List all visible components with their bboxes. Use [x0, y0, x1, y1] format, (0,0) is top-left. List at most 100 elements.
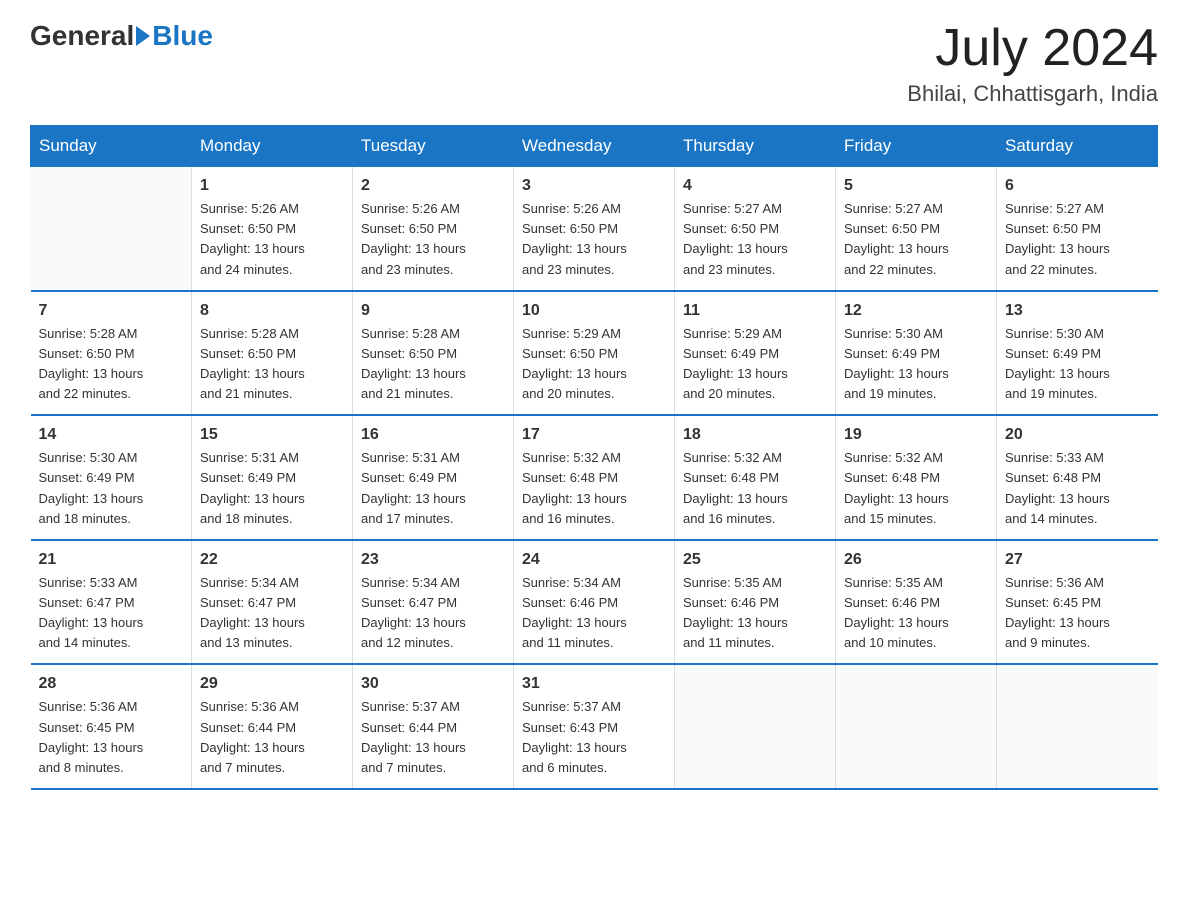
calendar-cell [997, 664, 1158, 789]
weekday-header-tuesday: Tuesday [353, 126, 514, 167]
day-number: 31 [522, 675, 666, 693]
day-number: 13 [1005, 302, 1150, 320]
day-number: 22 [200, 551, 344, 569]
calendar-cell: 11 Sunrise: 5:29 AMSunset: 6:49 PMDayligh… [675, 291, 836, 416]
day-info: Sunrise: 5:26 AMSunset: 6:50 PMDaylight:… [522, 199, 666, 280]
calendar-week-row: 7 Sunrise: 5:28 AMSunset: 6:50 PMDaylight… [31, 291, 1158, 416]
weekday-header-friday: Friday [836, 126, 997, 167]
calendar-cell: 20 Sunrise: 5:33 AMSunset: 6:48 PMDayligh… [997, 415, 1158, 540]
calendar-week-row: 28 Sunrise: 5:36 AMSunset: 6:45 PMDayligh… [31, 664, 1158, 789]
calendar-week-row: 21 Sunrise: 5:33 AMSunset: 6:47 PMDayligh… [31, 540, 1158, 665]
day-info: Sunrise: 5:30 AMSunset: 6:49 PMDaylight:… [1005, 324, 1150, 405]
day-info: Sunrise: 5:32 AMSunset: 6:48 PMDaylight:… [683, 448, 827, 529]
day-info: Sunrise: 5:35 AMSunset: 6:46 PMDaylight:… [683, 573, 827, 654]
calendar-cell: 2 Sunrise: 5:26 AMSunset: 6:50 PMDaylight… [353, 167, 514, 291]
calendar-cell: 13 Sunrise: 5:30 AMSunset: 6:49 PMDayligh… [997, 291, 1158, 416]
calendar-cell: 31Sunrise: 5:37 AMSunset: 6:43 PMDayligh… [514, 664, 675, 789]
day-number: 11 [683, 302, 827, 320]
day-info: Sunrise: 5:27 AMSunset: 6:50 PMDaylight:… [844, 199, 988, 280]
day-info: Sunrise: 5:26 AMSunset: 6:50 PMDaylight:… [361, 199, 505, 280]
calendar-cell [675, 664, 836, 789]
calendar-cell: 15Sunrise: 5:31 AMSunset: 6:49 PMDayligh… [192, 415, 353, 540]
day-info: Sunrise: 5:34 AMSunset: 6:47 PMDaylight:… [361, 573, 505, 654]
calendar-cell: 28 Sunrise: 5:36 AMSunset: 6:45 PMDayligh… [31, 664, 192, 789]
calendar-cell: 3 Sunrise: 5:26 AMSunset: 6:50 PMDaylight… [514, 167, 675, 291]
calendar-cell: 5 Sunrise: 5:27 AMSunset: 6:50 PMDaylight… [836, 167, 997, 291]
logo-general-text: General [30, 20, 134, 52]
calendar-cell: 23 Sunrise: 5:34 AMSunset: 6:47 PMDayligh… [353, 540, 514, 665]
day-number: 8 [200, 302, 344, 320]
day-info: Sunrise: 5:31 AMSunset: 6:49 PMDaylight:… [361, 448, 505, 529]
day-info: Sunrise: 5:35 AMSunset: 6:46 PMDaylight:… [844, 573, 988, 654]
calendar-cell: 22 Sunrise: 5:34 AMSunset: 6:47 PMDayligh… [192, 540, 353, 665]
day-number: 28 [39, 675, 184, 693]
calendar-cell [836, 664, 997, 789]
calendar-cell: 24 Sunrise: 5:34 AMSunset: 6:46 PMDayligh… [514, 540, 675, 665]
day-info: Sunrise: 5:28 AMSunset: 6:50 PMDaylight:… [39, 324, 184, 405]
weekday-header-sunday: Sunday [31, 126, 192, 167]
calendar-cell: 10 Sunrise: 5:29 AMSunset: 6:50 PMDayligh… [514, 291, 675, 416]
weekday-header-monday: Monday [192, 126, 353, 167]
day-number: 2 [361, 177, 505, 195]
day-number: 20 [1005, 426, 1150, 444]
day-info: Sunrise: 5:30 AMSunset: 6:49 PMDaylight:… [844, 324, 988, 405]
day-number: 3 [522, 177, 666, 195]
calendar-cell: 17Sunrise: 5:32 AMSunset: 6:48 PMDayligh… [514, 415, 675, 540]
calendar-cell: 6Sunrise: 5:27 AMSunset: 6:50 PMDaylight… [997, 167, 1158, 291]
calendar-cell: 26 Sunrise: 5:35 AMSunset: 6:46 PMDayligh… [836, 540, 997, 665]
day-info: Sunrise: 5:33 AMSunset: 6:47 PMDaylight:… [39, 573, 184, 654]
day-info: Sunrise: 5:28 AMSunset: 6:50 PMDaylight:… [361, 324, 505, 405]
day-number: 18 [683, 426, 827, 444]
day-info: Sunrise: 5:29 AMSunset: 6:49 PMDaylight:… [683, 324, 827, 405]
calendar-week-row: 1Sunrise: 5:26 AMSunset: 6:50 PMDaylight… [31, 167, 1158, 291]
weekday-header-saturday: Saturday [997, 126, 1158, 167]
calendar-cell: 9 Sunrise: 5:28 AMSunset: 6:50 PMDaylight… [353, 291, 514, 416]
day-number: 30 [361, 675, 505, 693]
day-number: 5 [844, 177, 988, 195]
month-year-title: July 2024 [907, 20, 1158, 77]
calendar-cell: 21 Sunrise: 5:33 AMSunset: 6:47 PMDayligh… [31, 540, 192, 665]
day-number: 26 [844, 551, 988, 569]
day-info: Sunrise: 5:32 AMSunset: 6:48 PMDaylight:… [844, 448, 988, 529]
logo-arrow-icon [136, 26, 150, 46]
day-info: Sunrise: 5:33 AMSunset: 6:48 PMDaylight:… [1005, 448, 1150, 529]
calendar-cell [31, 167, 192, 291]
day-number: 12 [844, 302, 988, 320]
day-info: Sunrise: 5:36 AMSunset: 6:45 PMDaylight:… [1005, 573, 1150, 654]
day-number: 6 [1005, 177, 1150, 195]
calendar-week-row: 14Sunrise: 5:30 AMSunset: 6:49 PMDayligh… [31, 415, 1158, 540]
day-number: 24 [522, 551, 666, 569]
day-number: 25 [683, 551, 827, 569]
day-info: Sunrise: 5:32 AMSunset: 6:48 PMDaylight:… [522, 448, 666, 529]
location-subtitle: Bhilai, Chhattisgarh, India [907, 81, 1158, 107]
day-info: Sunrise: 5:34 AMSunset: 6:47 PMDaylight:… [200, 573, 344, 654]
calendar-cell: 8 Sunrise: 5:28 AMSunset: 6:50 PMDaylight… [192, 291, 353, 416]
day-number: 9 [361, 302, 505, 320]
page-header: General Blue July 2024 Bhilai, Chhattisg… [30, 20, 1158, 107]
calendar-cell: 30Sunrise: 5:37 AMSunset: 6:44 PMDayligh… [353, 664, 514, 789]
day-info: Sunrise: 5:34 AMSunset: 6:46 PMDaylight:… [522, 573, 666, 654]
day-number: 23 [361, 551, 505, 569]
calendar-cell: 19Sunrise: 5:32 AMSunset: 6:48 PMDayligh… [836, 415, 997, 540]
day-number: 4 [683, 177, 827, 195]
logo: General Blue [30, 20, 213, 52]
calendar-cell: 25 Sunrise: 5:35 AMSunset: 6:46 PMDayligh… [675, 540, 836, 665]
calendar-cell: 4 Sunrise: 5:27 AMSunset: 6:50 PMDaylight… [675, 167, 836, 291]
day-info: Sunrise: 5:36 AMSunset: 6:44 PMDaylight:… [200, 697, 344, 778]
day-info: Sunrise: 5:26 AMSunset: 6:50 PMDaylight:… [200, 199, 344, 280]
calendar-cell: 16Sunrise: 5:31 AMSunset: 6:49 PMDayligh… [353, 415, 514, 540]
calendar-cell: 7 Sunrise: 5:28 AMSunset: 6:50 PMDaylight… [31, 291, 192, 416]
day-info: Sunrise: 5:36 AMSunset: 6:45 PMDaylight:… [39, 697, 184, 778]
day-number: 27 [1005, 551, 1150, 569]
day-info: Sunrise: 5:27 AMSunset: 6:50 PMDaylight:… [683, 199, 827, 280]
day-info: Sunrise: 5:31 AMSunset: 6:49 PMDaylight:… [200, 448, 344, 529]
day-number: 10 [522, 302, 666, 320]
calendar-cell: 14Sunrise: 5:30 AMSunset: 6:49 PMDayligh… [31, 415, 192, 540]
calendar-cell: 27 Sunrise: 5:36 AMSunset: 6:45 PMDayligh… [997, 540, 1158, 665]
calendar-cell: 1Sunrise: 5:26 AMSunset: 6:50 PMDaylight… [192, 167, 353, 291]
day-info: Sunrise: 5:28 AMSunset: 6:50 PMDaylight:… [200, 324, 344, 405]
calendar-cell: 18 Sunrise: 5:32 AMSunset: 6:48 PMDayligh… [675, 415, 836, 540]
day-info: Sunrise: 5:29 AMSunset: 6:50 PMDaylight:… [522, 324, 666, 405]
day-number: 21 [39, 551, 184, 569]
day-number: 7 [39, 302, 184, 320]
